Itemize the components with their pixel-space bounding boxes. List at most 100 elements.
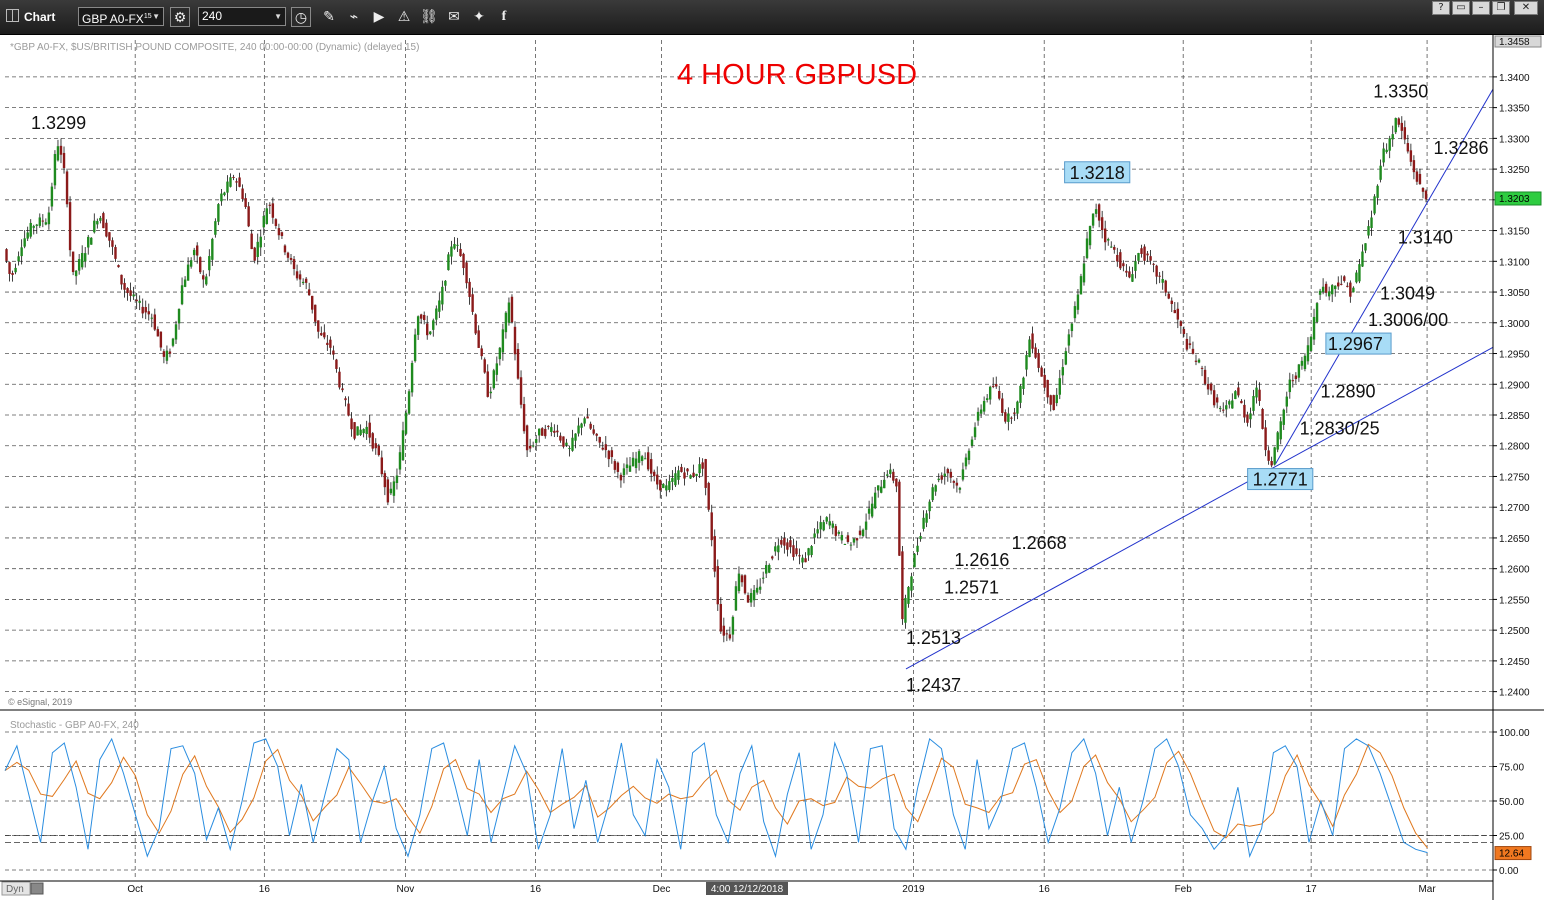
candle-body <box>498 347 502 360</box>
candle-body <box>1400 122 1404 131</box>
candle-body <box>870 503 874 517</box>
chevron-down-icon[interactable]: ▼ <box>152 8 160 25</box>
settings-icon[interactable]: ⚙ <box>170 7 190 27</box>
candle-body <box>11 273 14 275</box>
candle-body <box>834 526 838 536</box>
candle-body <box>456 244 459 246</box>
candle-body <box>359 429 362 435</box>
chevron-down-icon[interactable]: ▼ <box>274 8 282 25</box>
comment-icon[interactable]: ✉ <box>444 7 464 27</box>
candle-body <box>680 466 683 472</box>
price-annotation: 1.3140 <box>1398 228 1453 248</box>
facebook-icon[interactable]: f <box>494 7 514 27</box>
candle-body <box>801 557 804 563</box>
candle-body <box>307 289 311 296</box>
candle-body <box>1219 407 1222 409</box>
stochastic-tick-label: 50.00 <box>1499 797 1524 808</box>
candle-body <box>238 177 241 187</box>
candle-body <box>99 217 102 221</box>
candle-body <box>955 482 959 486</box>
help-button[interactable]: ? <box>1432 1 1450 15</box>
symbol-text: GBP A0-FX <box>82 12 144 26</box>
twitter-icon[interactable]: ✦ <box>469 7 489 27</box>
grid <box>0 35 1544 900</box>
candle-body <box>1146 253 1149 256</box>
candle-body <box>843 543 847 545</box>
price-tick-label: 1.2550 <box>1499 595 1530 606</box>
candle-body <box>368 422 371 438</box>
candle-body <box>982 400 986 412</box>
candle-body <box>1349 282 1352 297</box>
close-button[interactable]: ✕ <box>1514 1 1538 15</box>
price-annotation: 1.3049 <box>1380 284 1435 304</box>
candle-body <box>1321 286 1325 292</box>
candle-body <box>519 377 523 405</box>
candle-body <box>1294 375 1298 380</box>
candle-body <box>758 586 762 590</box>
candle-body <box>262 215 265 228</box>
candle-body <box>1373 196 1376 214</box>
candle-body <box>777 545 780 553</box>
candle-body <box>477 330 480 348</box>
candle-body <box>174 324 178 340</box>
clock-icon[interactable]: ◷ <box>291 7 311 27</box>
candle-body <box>483 359 486 373</box>
candle-body <box>241 188 244 200</box>
candle-body <box>1049 395 1052 405</box>
maximize-button[interactable]: ❐ <box>1492 1 1510 15</box>
window-button-restore[interactable]: ▭ <box>1452 1 1470 15</box>
candle-body <box>1270 461 1273 466</box>
candle-body <box>677 470 680 480</box>
candle-body <box>1013 412 1016 414</box>
draw-pencil-icon[interactable]: ✎ <box>319 7 339 27</box>
candle-body <box>1222 409 1225 411</box>
candle-body <box>202 275 205 280</box>
candle-body <box>141 306 144 314</box>
candle-body <box>1197 359 1201 363</box>
interval-input[interactable]: 240 ▼ <box>198 7 286 26</box>
price-annotation: 1.2668 <box>1012 533 1067 553</box>
candle-body <box>589 423 592 429</box>
play-icon[interactable]: ▶ <box>369 7 389 27</box>
price-annotation: 1.2437 <box>906 675 961 695</box>
candle-body <box>211 238 214 260</box>
candle-body <box>1246 414 1249 423</box>
alert-icon[interactable]: ⚠ <box>394 7 414 27</box>
candle-body <box>480 348 483 357</box>
stochastic-tick-label: 0.00 <box>1499 866 1519 877</box>
candle-body <box>1094 209 1098 214</box>
candle-body <box>447 254 450 271</box>
candle-body <box>855 538 859 541</box>
candle-body <box>1285 396 1288 407</box>
time-tick-label: 16 <box>1039 884 1051 895</box>
candle-body <box>383 473 387 488</box>
link-icon[interactable]: ⛓ <box>419 7 439 27</box>
candle-body <box>350 418 353 430</box>
candle-body <box>338 371 341 388</box>
candle-body <box>177 308 181 324</box>
candle-body <box>1019 385 1022 403</box>
symbol-input[interactable]: GBP A0-FX15 ▼ <box>78 7 164 26</box>
candle-body <box>380 457 384 475</box>
candle-body <box>640 456 644 462</box>
candle-body <box>686 468 689 472</box>
candle-body <box>1291 380 1295 382</box>
candle-body <box>280 232 284 236</box>
candle-body <box>646 452 650 470</box>
candle-body <box>1225 405 1228 410</box>
candle-body <box>65 171 69 205</box>
minimize-button[interactable]: – <box>1472 1 1490 15</box>
scroll-end-icon[interactable] <box>30 882 44 895</box>
candle-body <box>1131 274 1134 282</box>
candle-body <box>413 334 417 362</box>
candle-body <box>332 350 335 355</box>
line-tool-icon[interactable]: ⌁ <box>344 7 364 27</box>
price-annotation: 1.3218 <box>1070 163 1125 183</box>
chart-subtitle: *GBP A0-FX, $US/BRITISH POUND COMPOSITE,… <box>10 42 419 53</box>
candle-body <box>1282 409 1285 425</box>
candle-body <box>1288 379 1292 393</box>
candle-body <box>1243 404 1246 418</box>
candle-body <box>783 538 786 546</box>
candle-body <box>816 529 819 534</box>
crosshair-time-label: 4:00 12/12/2018 <box>711 884 784 895</box>
